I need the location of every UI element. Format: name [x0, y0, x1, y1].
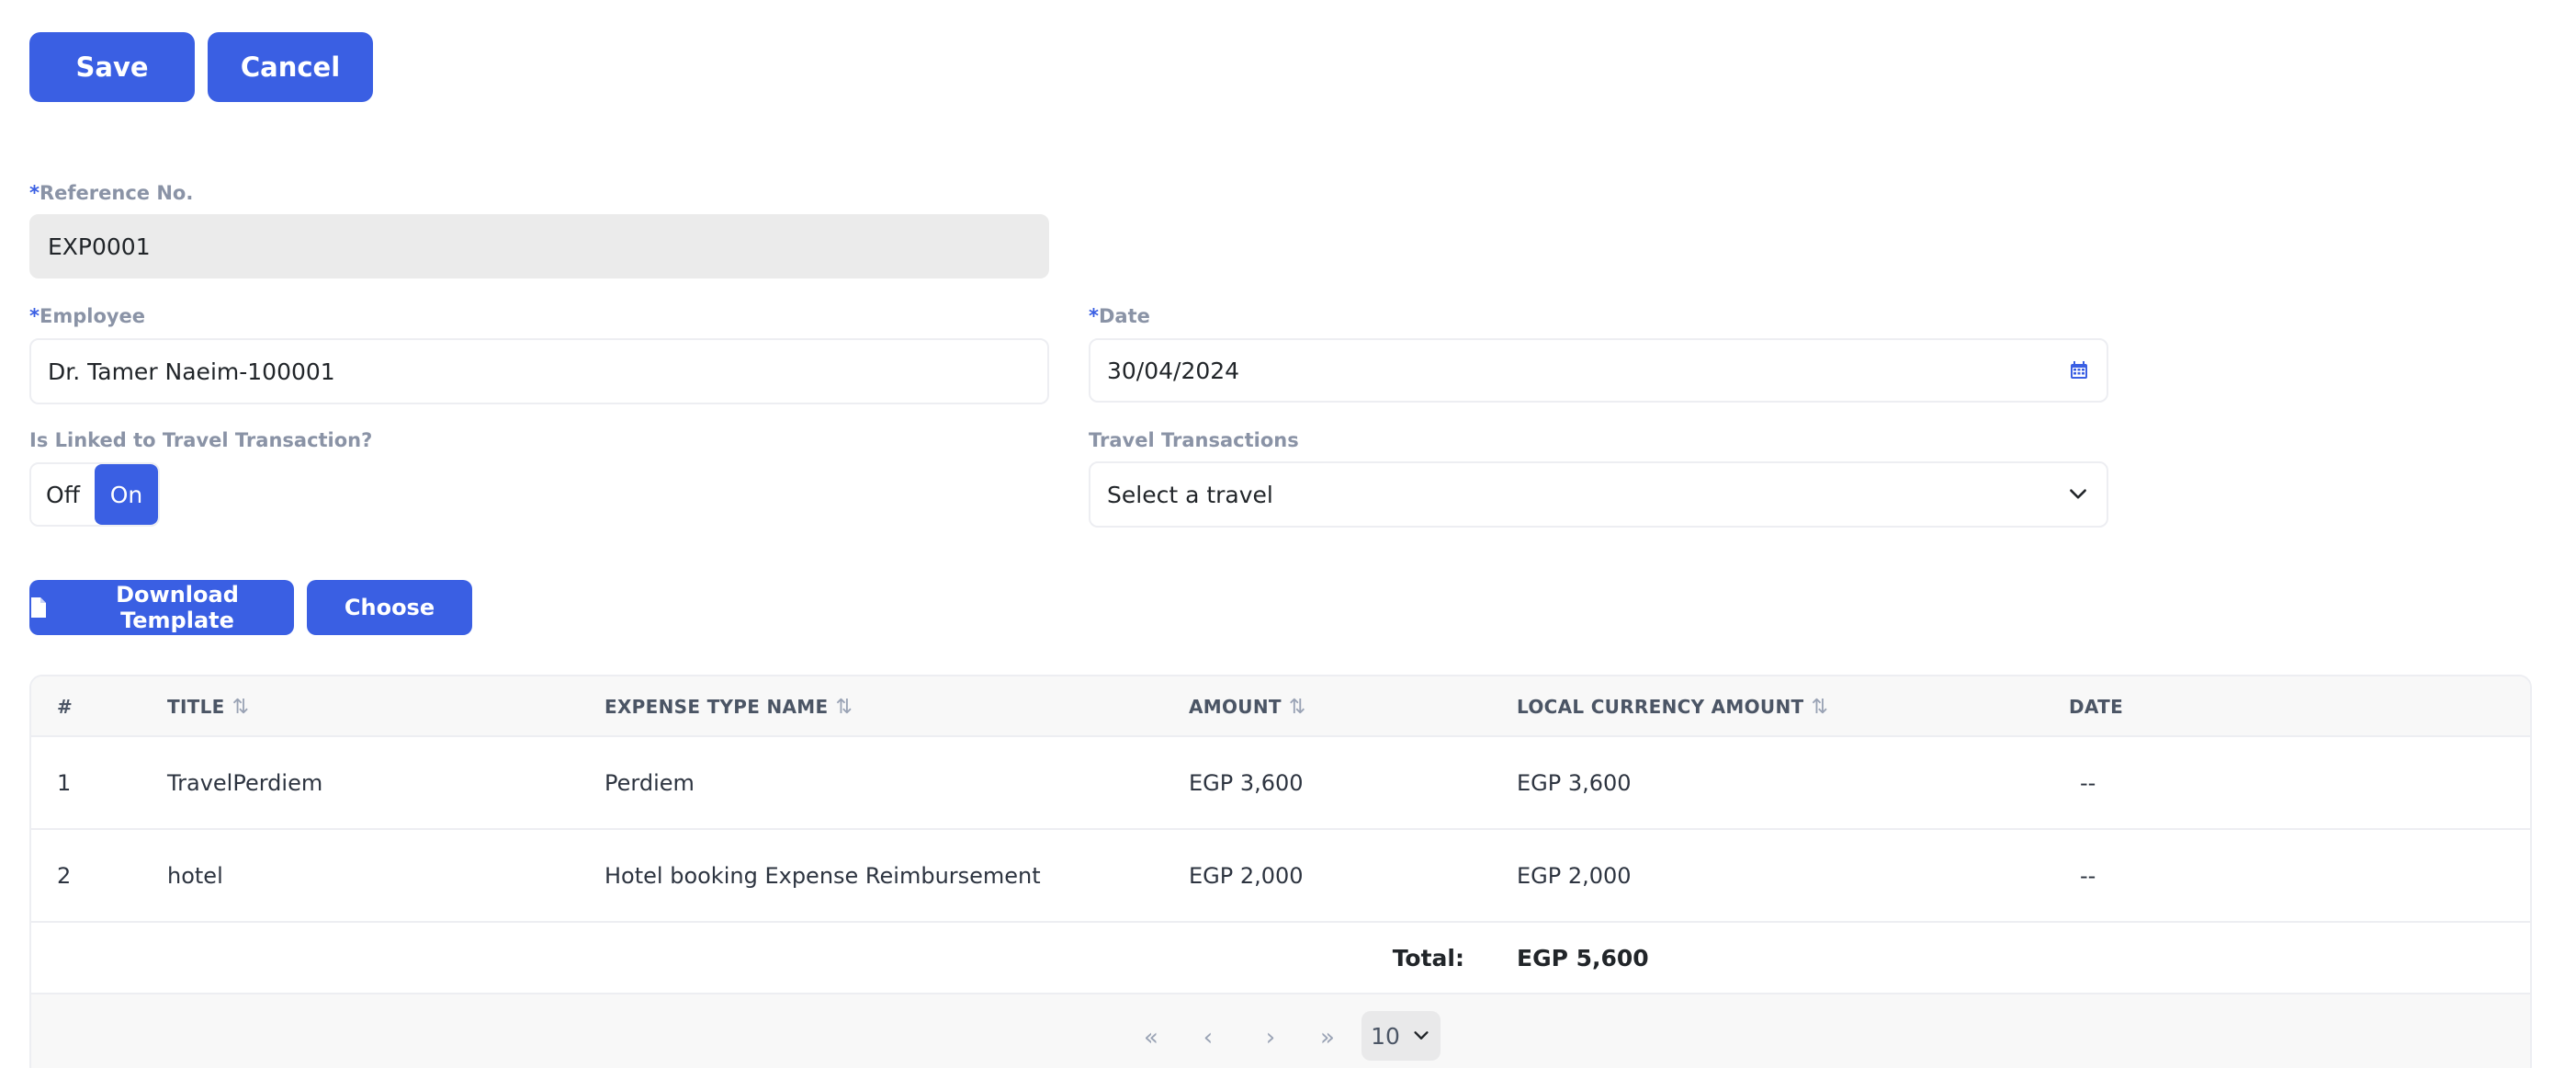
- sort-icon[interactable]: ⇅: [1811, 696, 1828, 719]
- first-page-button[interactable]: «: [1126, 1013, 1176, 1062]
- cancel-button[interactable]: Cancel: [208, 32, 373, 102]
- pagination: « ‹ › » 10: [31, 994, 2530, 1068]
- date-label: *Date: [1089, 305, 1150, 327]
- cell-date: --: [2080, 769, 2096, 796]
- column-header-local-amount[interactable]: LOCAL CURRENCY AMOUNT ⇅: [1517, 676, 1828, 737]
- column-header-amount-label: AMOUNT: [1189, 696, 1282, 718]
- employee-label: *Employee: [29, 305, 145, 327]
- page-size-value: 10: [1371, 1022, 1400, 1050]
- required-mark: *: [29, 305, 40, 327]
- travel-transactions-value: Select a travel: [1107, 481, 1273, 508]
- date-field[interactable]: 30/04/2024: [1089, 338, 2108, 403]
- required-mark: *: [29, 182, 40, 204]
- travel-transactions-select[interactable]: Select a travel: [1089, 461, 2108, 528]
- choose-button[interactable]: Choose: [307, 580, 472, 635]
- cell-title: hotel: [167, 862, 223, 889]
- employee-value: Dr. Tamer Naeim-100001: [48, 358, 335, 385]
- column-header-title[interactable]: TITLE ⇅: [167, 676, 249, 737]
- required-mark: *: [1089, 305, 1099, 327]
- sort-icon[interactable]: ⇅: [1289, 696, 1306, 719]
- table-row[interactable]: 2 hotel Hotel booking Expense Reimbursem…: [31, 830, 2530, 923]
- expenses-table: # TITLE ⇅ EXPENSE TYPE NAME ⇅ AMOUNT ⇅ LOCA…: [29, 675, 2532, 1068]
- save-button[interactable]: Save: [29, 32, 195, 102]
- linked-travel-toggle[interactable]: Off On: [29, 462, 160, 527]
- previous-page-button[interactable]: ‹: [1183, 1013, 1233, 1062]
- table-row[interactable]: 1 TravelPerdiem Perdiem EGP 3,600 EGP 3,…: [31, 737, 2530, 830]
- sort-icon[interactable]: ⇅: [232, 696, 250, 719]
- toggle-off-option[interactable]: Off: [31, 464, 95, 525]
- employee-field[interactable]: Dr. Tamer Naeim-100001: [29, 338, 1049, 404]
- cell-local-amount: EGP 2,000: [1517, 862, 1632, 889]
- cell-expense-type: Hotel booking Expense Reimbursement: [604, 862, 1041, 889]
- sort-icon[interactable]: ⇅: [835, 696, 853, 719]
- reference-value: EXP0001: [48, 233, 151, 260]
- column-header-local-amount-label: LOCAL CURRENCY AMOUNT: [1517, 696, 1804, 718]
- reference-label: *Reference No.: [29, 182, 193, 204]
- total-row: Total: EGP 5,600: [31, 923, 2530, 994]
- download-template-label: Download Template: [116, 582, 239, 633]
- toggle-on-option[interactable]: On: [95, 464, 158, 525]
- date-label-text: Date: [1098, 305, 1150, 327]
- chevron-down-icon: [2066, 483, 2090, 506]
- calendar-icon[interactable]: [2068, 359, 2090, 381]
- file-icon: [29, 596, 48, 619]
- linked-travel-label: Is Linked to Travel Transaction?: [29, 429, 373, 451]
- cell-amount: EGP 2,000: [1189, 862, 1304, 889]
- last-page-button[interactable]: »: [1303, 1013, 1352, 1062]
- cell-title: TravelPerdiem: [167, 769, 323, 796]
- column-header-index: #: [57, 676, 73, 737]
- cell-index: 2: [57, 862, 72, 889]
- download-template-button[interactable]: Download Template: [29, 580, 294, 635]
- column-header-expense-type-label: EXPENSE TYPE NAME: [604, 696, 829, 718]
- cell-index: 1: [57, 769, 72, 796]
- page-size-select[interactable]: 10: [1361, 1011, 1441, 1061]
- column-header-expense-type[interactable]: EXPENSE TYPE NAME ⇅: [604, 676, 853, 737]
- column-header-date-label: DATE: [2069, 696, 2124, 718]
- cell-local-amount: EGP 3,600: [1517, 769, 1632, 796]
- chevron-down-icon: [1411, 1026, 1431, 1046]
- column-header-amount[interactable]: AMOUNT ⇅: [1189, 676, 1306, 737]
- column-header-date: DATE: [2069, 676, 2123, 737]
- cell-expense-type: Perdiem: [604, 769, 695, 796]
- employee-label-text: Employee: [39, 305, 146, 327]
- cell-amount: EGP 3,600: [1189, 769, 1304, 796]
- total-value: EGP 5,600: [1517, 944, 1649, 971]
- next-page-button[interactable]: ›: [1246, 1013, 1295, 1062]
- column-header-title-label: TITLE: [167, 696, 225, 718]
- table-header: # TITLE ⇅ EXPENSE TYPE NAME ⇅ AMOUNT ⇅ LOCA…: [31, 676, 2530, 737]
- column-header-index-label: #: [57, 696, 73, 718]
- reference-label-text: Reference No.: [39, 182, 194, 204]
- date-value: 30/04/2024: [1107, 357, 1240, 384]
- total-label: Total:: [1392, 944, 1464, 971]
- reference-field: EXP0001: [29, 214, 1049, 278]
- cell-date: --: [2080, 862, 2096, 889]
- travel-transactions-label: Travel Transactions: [1089, 429, 1299, 451]
